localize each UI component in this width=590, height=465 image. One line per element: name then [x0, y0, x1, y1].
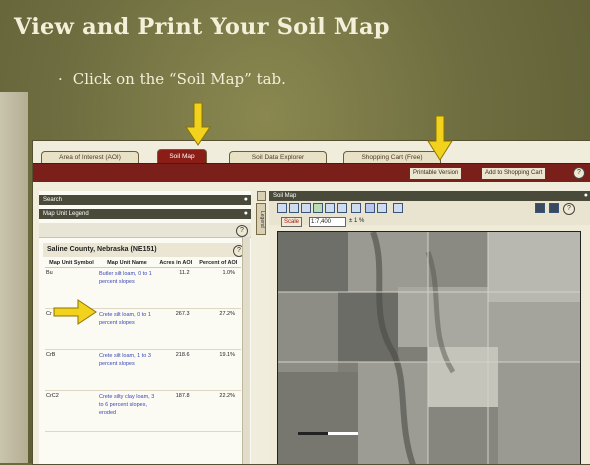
- printable-version-button[interactable]: Printable Version: [409, 167, 463, 180]
- unit-symbol: Bu: [45, 267, 98, 309]
- collapse-icon[interactable]: ●: [244, 209, 248, 219]
- map-expand-icon[interactable]: ●: [584, 191, 588, 201]
- unit-percent: 22.2%: [195, 390, 241, 432]
- action-toolbar: Printable Version Add to Shopping Cart ?: [33, 163, 590, 182]
- county-name: Saline County, Nebraska (NE151): [47, 246, 157, 253]
- unit-name-link[interactable]: Crete silt loam, 1 to 3 percent slopes: [97, 349, 156, 391]
- help-icon[interactable]: ?: [573, 167, 585, 179]
- unit-acres: 218.6: [155, 349, 196, 391]
- legend-toolbar: ?: [39, 223, 251, 238]
- web-soil-survey-screenshot: Area of Interest (AOI) Soil Map Soil Dat…: [32, 140, 590, 465]
- tab-soil-map[interactable]: Soil Map: [157, 149, 207, 164]
- aerial-soil-map[interactable]: [277, 231, 581, 464]
- unit-symbol: CrB: [45, 349, 98, 391]
- legend-scrollbar[interactable]: [242, 237, 250, 464]
- search-header[interactable]: Search ●: [39, 195, 251, 205]
- add-to-cart-button[interactable]: Add to Shopping Cart: [481, 167, 547, 180]
- map-help-icon[interactable]: ?: [563, 203, 575, 215]
- map-unit-table: Map Unit Symbol Map Unit Name Acres in A…: [45, 259, 241, 432]
- table-row: Bu Butler silt loam, 0 to 1 percent slop…: [45, 267, 241, 309]
- map-header: Soil Map ●: [269, 191, 590, 201]
- unit-acres: 267.3: [155, 308, 196, 350]
- info-icon[interactable]: [365, 203, 375, 213]
- clear-icon[interactable]: [393, 203, 403, 213]
- zoom-out-icon[interactable]: [289, 203, 299, 213]
- expand-icon[interactable]: ●: [244, 195, 248, 205]
- legend-toggle-handle[interactable]: [257, 191, 266, 201]
- map-toolbar: ? Scale 1:7,400 ± 1 %: [269, 201, 590, 227]
- table-row: Cr Crete silt loam, 0 to 1 percent slope…: [45, 308, 241, 350]
- pan-icon[interactable]: [301, 203, 311, 213]
- col-acres: Acres in AOI: [155, 259, 196, 268]
- zoom-in-icon[interactable]: [277, 203, 287, 213]
- unit-percent: 19.1%: [195, 349, 241, 391]
- scale-button[interactable]: Scale: [281, 217, 303, 227]
- legend-help-icon[interactable]: ?: [236, 225, 248, 237]
- map-title: Soil Map: [273, 193, 297, 199]
- full-extent-icon[interactable]: [313, 203, 323, 213]
- tab-bar: Area of Interest (AOI) Soil Map Soil Dat…: [33, 141, 590, 164]
- county-heading: Saline County, Nebraska (NE151): [43, 243, 241, 257]
- unit-name-link[interactable]: Crete silty clay loam, 3 to 6 percent sl…: [97, 390, 156, 432]
- save-icon[interactable]: [549, 203, 559, 213]
- decorative-side-panel: [0, 92, 28, 463]
- bullet-marker: ·: [58, 70, 63, 88]
- unit-symbol: CrC2: [45, 390, 98, 432]
- map-panel: Soil Map ● ? Scale 1:7,400 ± 1 %: [269, 191, 590, 464]
- instruction-text: Click on the “Soil Map” tab.: [72, 70, 286, 88]
- aerial-imagery: [278, 232, 580, 464]
- col-percent: Percent of AOI: [195, 259, 241, 268]
- legend-label: Map Unit Legend: [43, 211, 89, 217]
- next-view-icon[interactable]: [337, 203, 347, 213]
- previous-view-icon[interactable]: [325, 203, 335, 213]
- table-row: CrB Crete silt loam, 1 to 3 percent slop…: [45, 349, 241, 391]
- search-label: Search: [43, 197, 63, 203]
- col-name: Map Unit Name: [97, 259, 156, 268]
- unit-acres: 187.8: [155, 390, 196, 432]
- measure-icon[interactable]: [377, 203, 387, 213]
- unit-name-link[interactable]: Crete silt loam, 0 to 1 percent slopes: [97, 308, 156, 350]
- scale-select[interactable]: 1:7,400: [309, 217, 346, 227]
- unit-percent: 27.2%: [195, 308, 241, 350]
- slide-title: View and Print Your Soil Map: [14, 14, 390, 40]
- instruction-bullet: · Click on the “Soil Map” tab.: [58, 70, 286, 88]
- unit-percent: 1.0%: [195, 267, 241, 309]
- col-symbol: Map Unit Symbol: [45, 259, 98, 268]
- unit-acres: 11.2: [155, 267, 196, 309]
- table-row: CrC2 Crete silty clay loam, 3 to 6 perce…: [45, 390, 241, 432]
- legend-header[interactable]: Map Unit Legend ●: [39, 209, 251, 219]
- unit-symbol: Cr: [45, 308, 98, 350]
- unit-name-link[interactable]: Butler silt loam, 0 to 1 percent slopes: [97, 267, 156, 309]
- zoom-label: ± 1 %: [349, 218, 365, 224]
- legend-side-tab[interactable]: Legend: [256, 203, 266, 235]
- print-icon[interactable]: [535, 203, 545, 213]
- identify-icon[interactable]: [351, 203, 361, 213]
- left-panel: Search ● Map Unit Legend ● ? Saline Coun…: [39, 191, 251, 464]
- table-header-row: Map Unit Symbol Map Unit Name Acres in A…: [45, 259, 241, 268]
